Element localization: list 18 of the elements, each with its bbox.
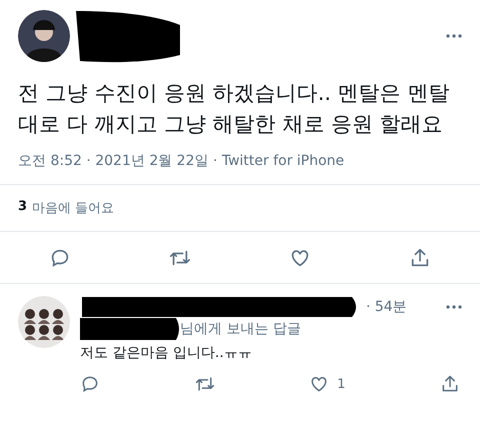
reply-to-label: 님에게 보내는 답글 bbox=[180, 320, 301, 338]
more-icon[interactable] bbox=[446, 305, 462, 309]
reply-icon[interactable] bbox=[80, 374, 100, 394]
avatar[interactable] bbox=[18, 10, 70, 62]
reply-time: · 54분 bbox=[366, 298, 407, 316]
likes-label[interactable]: 마음에 들어요 bbox=[32, 199, 114, 217]
tweet-text-line: 전 그냥 수진이 응원 하겠습니다.. 멘탈은 멘탈 bbox=[18, 80, 450, 107]
tweet-timestamp: 오전 8:52 · 2021년 2월 22일 · Twitter for iPhone bbox=[17, 152, 346, 171]
share-icon[interactable] bbox=[440, 374, 460, 394]
avatar[interactable] bbox=[18, 296, 70, 348]
more-icon[interactable] bbox=[446, 34, 462, 38]
reply-icon[interactable] bbox=[49, 247, 71, 269]
reply-text: 저도 같은마음 입니다..ㅠㅠ bbox=[80, 344, 253, 362]
like-count: 1 bbox=[337, 376, 346, 392]
tweet-text-line: 대로 다 깨지고 그냥 해탈한 채로 응원 할래요 bbox=[18, 111, 444, 138]
share-icon[interactable] bbox=[409, 247, 431, 269]
heart-icon[interactable] bbox=[309, 374, 330, 394]
likes-count[interactable]: 3 bbox=[18, 199, 28, 217]
